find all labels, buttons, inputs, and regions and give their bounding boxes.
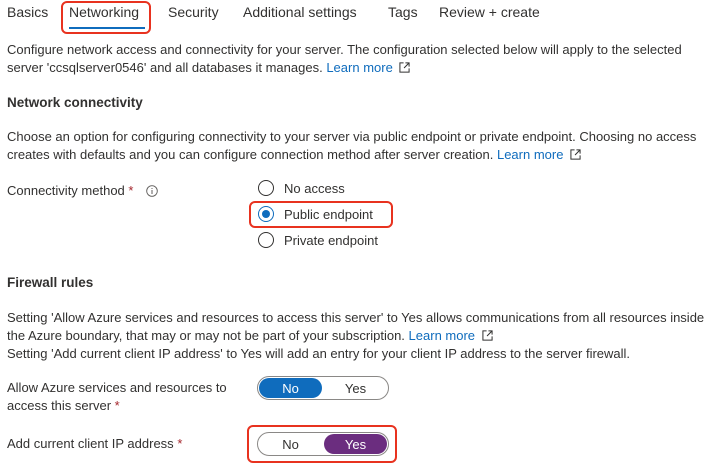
firewall-rules-title: Firewall rules	[7, 275, 94, 290]
radio-circle[interactable]	[258, 180, 274, 196]
client-ip-yes-option[interactable]: Yes	[324, 434, 387, 454]
network-desc-line-1: Choose an option for configuring connect…	[7, 129, 697, 144]
radio-circle-checked[interactable]	[258, 206, 274, 222]
required-marker: *	[128, 183, 134, 198]
radio-label: Public endpoint	[284, 206, 373, 222]
client-ip-no-option[interactable]: No	[259, 434, 322, 454]
connectivity-method-label: Connectivity method *	[7, 182, 133, 200]
intro-line-2: server 'ccsqlserver0546' and all databas…	[7, 60, 323, 75]
radio-label: No access	[284, 180, 345, 196]
radio-private-endpoint[interactable]: Private endpoint	[258, 230, 378, 250]
allow-azure-label: Allow Azure services and resources to ac…	[7, 379, 227, 415]
tab-additional-settings[interactable]: Additional settings	[243, 4, 357, 20]
required-marker: *	[177, 436, 183, 451]
radio-circle[interactable]	[258, 232, 274, 248]
allow-azure-label-line-1: Allow Azure services and resources to	[7, 380, 227, 395]
tab-bar: Basics Networking Security Additional se…	[0, 0, 717, 36]
network-connectivity-title: Network connectivity	[7, 95, 143, 110]
firewall-desc-line-2: the Azure boundary, that may or may not …	[7, 328, 405, 343]
radio-public-endpoint[interactable]: Public endpoint	[258, 204, 373, 224]
tab-networking[interactable]: Networking	[69, 4, 139, 20]
connectivity-method-text: Connectivity method	[7, 183, 125, 198]
radio-no-access[interactable]: No access	[258, 178, 345, 198]
intro-learn-more-link[interactable]: Learn more	[326, 60, 392, 75]
tab-basics[interactable]: Basics	[7, 4, 48, 20]
tab-security[interactable]: Security	[168, 4, 219, 20]
allow-azure-label-line-2: access this server	[7, 398, 112, 413]
tab-tags[interactable]: Tags	[388, 4, 418, 20]
tab-review-create[interactable]: Review + create	[439, 4, 540, 20]
client-ip-label: Add current client IP address *	[7, 435, 182, 453]
network-learn-more-link[interactable]: Learn more	[497, 147, 563, 162]
intro-line-1: Configure network access and connectivit…	[7, 42, 682, 57]
radio-label: Private endpoint	[284, 232, 378, 248]
intro-text: Configure network access and connectivit…	[7, 41, 682, 77]
required-marker: *	[114, 398, 120, 413]
client-ip-label-text: Add current client IP address	[7, 436, 174, 451]
allow-azure-toggle[interactable]: No Yes	[257, 376, 389, 400]
info-icon[interactable]	[146, 185, 158, 197]
firewall-learn-more-link[interactable]: Learn more	[409, 328, 475, 343]
firewall-desc-line-1: Setting 'Allow Azure services and resour…	[7, 310, 705, 325]
external-link-icon	[570, 149, 581, 160]
external-link-icon	[482, 330, 493, 341]
allow-azure-yes-option[interactable]: Yes	[324, 378, 387, 398]
allow-azure-no-option[interactable]: No	[259, 378, 322, 398]
active-tab-indicator	[69, 27, 145, 29]
external-link-icon	[399, 62, 411, 73]
firewall-desc-line-3: Setting 'Add current client IP address' …	[7, 346, 631, 361]
network-desc-line-2: creates with defaults and you can config…	[7, 147, 494, 162]
network-connectivity-desc: Choose an option for configuring connect…	[7, 128, 696, 164]
client-ip-toggle[interactable]: No Yes	[257, 432, 389, 456]
firewall-desc: Setting 'Allow Azure services and resour…	[7, 309, 704, 363]
